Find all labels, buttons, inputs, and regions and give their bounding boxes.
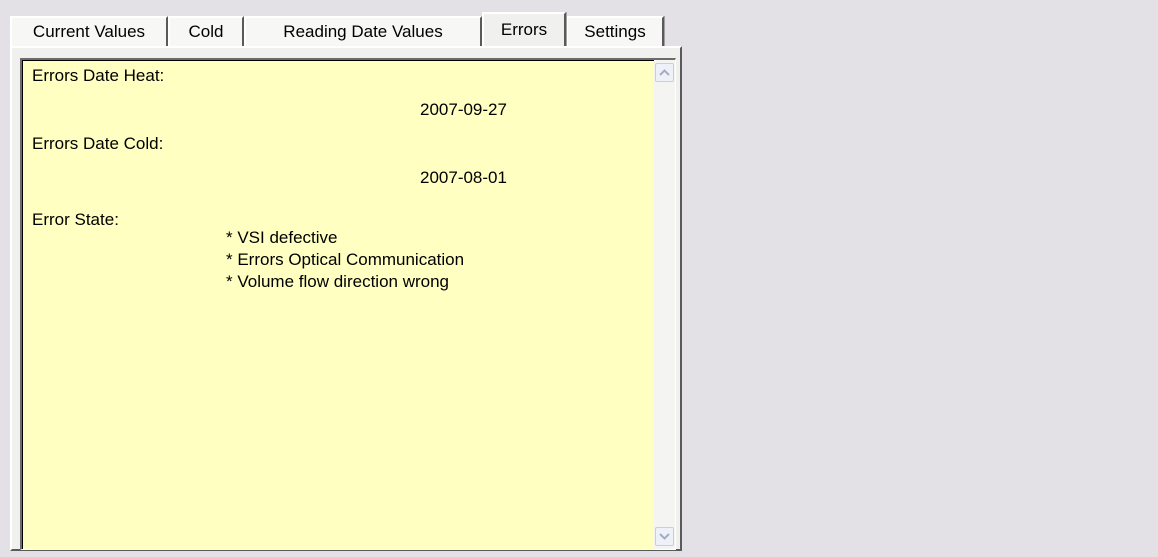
error-state-item: * Volume flow direction wrong (226, 272, 450, 291)
tab-reading-date-values[interactable]: Reading Date Values (244, 16, 482, 46)
errors-content: Errors Date Heat: 2007-09-27 Errors Date… (22, 60, 652, 549)
errors-date-cold-value: 2007-08-01 (420, 168, 507, 187)
tab-settings[interactable]: Settings (566, 16, 664, 46)
error-state-item: * Errors Optical Communication (226, 250, 465, 269)
tab-label: Current Values (32, 22, 146, 41)
scroll-down-arrow-icon (659, 533, 670, 540)
scroll-down-button[interactable] (655, 527, 674, 546)
tab-strip: Current Values Cold Reading Date Values … (10, 12, 664, 46)
application-window: Current Values Cold Reading Date Values … (0, 0, 1158, 557)
tab-label: Errors (500, 20, 548, 39)
tab-label: Reading Date Values (283, 22, 443, 41)
error-state-item: * VSI defective (226, 228, 338, 247)
errors-date-heat-value: 2007-09-27 (420, 100, 507, 119)
scroll-up-button[interactable] (655, 63, 674, 82)
error-state-label: Error State: (32, 210, 119, 229)
tab-label: Cold (188, 22, 224, 41)
tab-label: Settings (584, 22, 646, 41)
tab-cold[interactable]: Cold (168, 16, 244, 46)
errors-date-cold-label: Errors Date Cold: (32, 134, 164, 153)
errors-text-area[interactable]: Errors Date Heat: 2007-09-27 Errors Date… (20, 58, 676, 550)
tab-errors[interactable]: Errors (482, 12, 566, 46)
tab-current-values[interactable]: Current Values (10, 16, 168, 46)
vertical-scrollbar[interactable] (654, 60, 675, 549)
errors-date-heat-label: Errors Date Heat: (32, 66, 165, 85)
scroll-up-arrow-icon (659, 69, 670, 76)
